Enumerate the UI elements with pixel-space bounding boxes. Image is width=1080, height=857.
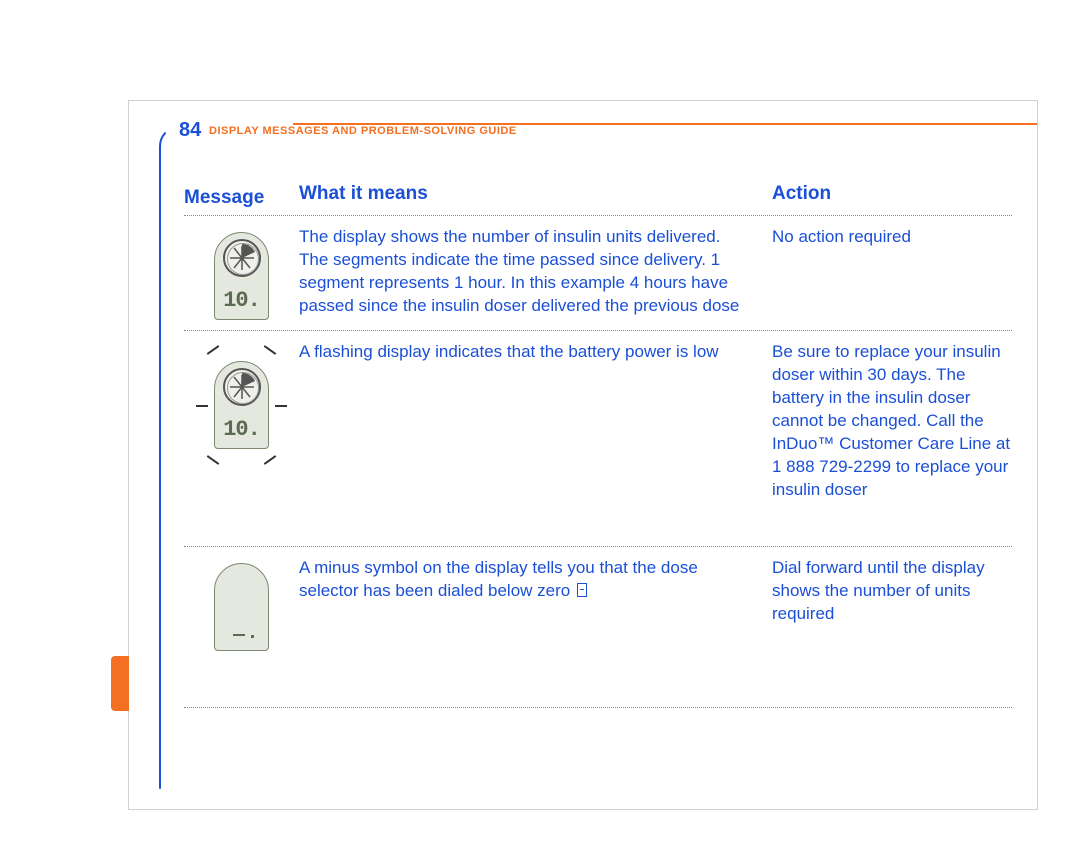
- insulin-doser-minus-icon: [214, 563, 269, 651]
- table-row: 10. The display shows the number of insu…: [184, 216, 1012, 331]
- header-message: Message: [184, 181, 299, 209]
- document-page: 84 DISPLAY MESSAGES AND PROBLEM-SOLVING …: [128, 100, 1038, 810]
- dial-icon: [223, 368, 261, 406]
- table-header-row: Message What it means Action: [184, 171, 1012, 216]
- header-meaning: What it means: [299, 181, 772, 209]
- page-number: 84: [179, 119, 201, 142]
- action-cell: Dial forward until the display shows the…: [772, 557, 1012, 697]
- minus-display-glyph-icon: [577, 583, 587, 597]
- meaning-cell: A flashing display indicates that the ba…: [299, 341, 772, 536]
- flash-line-icon: [275, 405, 287, 407]
- content-area: Message What it means Action: [184, 171, 1012, 789]
- flash-line-icon: [207, 345, 220, 355]
- message-icon-cell: 10.: [184, 226, 299, 320]
- meaning-text: A minus symbol on the display tells you …: [299, 558, 698, 600]
- flash-line-icon: [264, 455, 277, 465]
- meaning-cell: The display shows the number of insulin …: [299, 226, 772, 320]
- insulin-doser-flashing-icon: 10.: [214, 361, 269, 449]
- section-title: DISPLAY MESSAGES AND PROBLEM-SOLVING GUI…: [209, 125, 517, 137]
- insulin-doser-icon: 10.: [214, 232, 269, 320]
- table-row: A minus symbol on the display tells you …: [184, 547, 1012, 708]
- table-row: 10. A flashing display indicates that th…: [184, 331, 1012, 547]
- flash-line-icon: [207, 455, 220, 465]
- minus-icon: [233, 634, 245, 637]
- action-cell: Be sure to replace your insulin doser wi…: [772, 341, 1012, 536]
- dial-icon: [223, 239, 261, 277]
- header-action: Action: [772, 181, 1012, 209]
- flash-line-icon: [196, 405, 208, 407]
- section-tab: [111, 656, 129, 711]
- message-icon-cell: [184, 557, 299, 697]
- device-readout: 10.: [215, 417, 268, 442]
- flash-line-icon: [264, 345, 277, 355]
- meaning-cell: A minus symbol on the display tells you …: [299, 557, 772, 697]
- message-icon-cell: 10.: [184, 341, 299, 536]
- flashing-indicator: 10.: [200, 347, 283, 463]
- device-readout: 10.: [215, 288, 268, 313]
- left-margin-rule: [159, 146, 161, 789]
- action-cell: No action required: [772, 226, 1012, 320]
- dot-icon: [251, 635, 254, 638]
